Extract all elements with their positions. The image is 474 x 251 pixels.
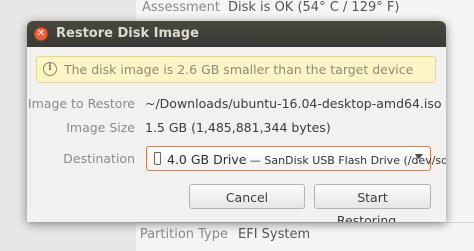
dialog-title: Restore Disk Image (56, 26, 199, 41)
cancel-button[interactable]: Cancel (189, 184, 305, 209)
assessment-label: Assessment (142, 0, 220, 15)
destination-drive-size: 4.0 GB Drive (167, 152, 247, 167)
image-to-restore-value: ~/Downloads/ubuntu-16.04-desktop-amd64.i… (145, 96, 442, 111)
assessment-value: Disk is OK (54° C / 129° F) (228, 0, 400, 15)
destination-dropdown[interactable]: 4.0 GB Drive — SanDisk USB Flash Drive (… (146, 146, 446, 171)
image-to-restore-label: Image to Restore (27, 96, 135, 111)
close-icon[interactable]: ✕ (34, 27, 48, 41)
info-icon: i (43, 62, 57, 76)
destination-label: Destination (63, 151, 135, 166)
start-restoring-button[interactable]: Start Restoring... (314, 184, 431, 222)
partition-type-value: EFI System (238, 227, 311, 242)
image-size-label: Image Size (66, 120, 135, 135)
image-size-value: 1.5 GB (1,485,881,344 bytes) (145, 120, 331, 135)
restore-disk-image-dialog: ✕ Restore Disk Image i The disk image is… (27, 21, 446, 222)
usb-drive-icon (154, 152, 161, 165)
partition-type-label: Partition Type (139, 227, 228, 242)
info-message: The disk image is 2.6 GB smaller than th… (64, 62, 414, 77)
parent-divider (136, 222, 474, 223)
chevron-down-icon (415, 154, 423, 159)
dialog-titlebar[interactable]: ✕ Restore Disk Image (27, 21, 446, 47)
info-bar: i The disk image is 2.6 GB smaller than … (36, 56, 436, 83)
